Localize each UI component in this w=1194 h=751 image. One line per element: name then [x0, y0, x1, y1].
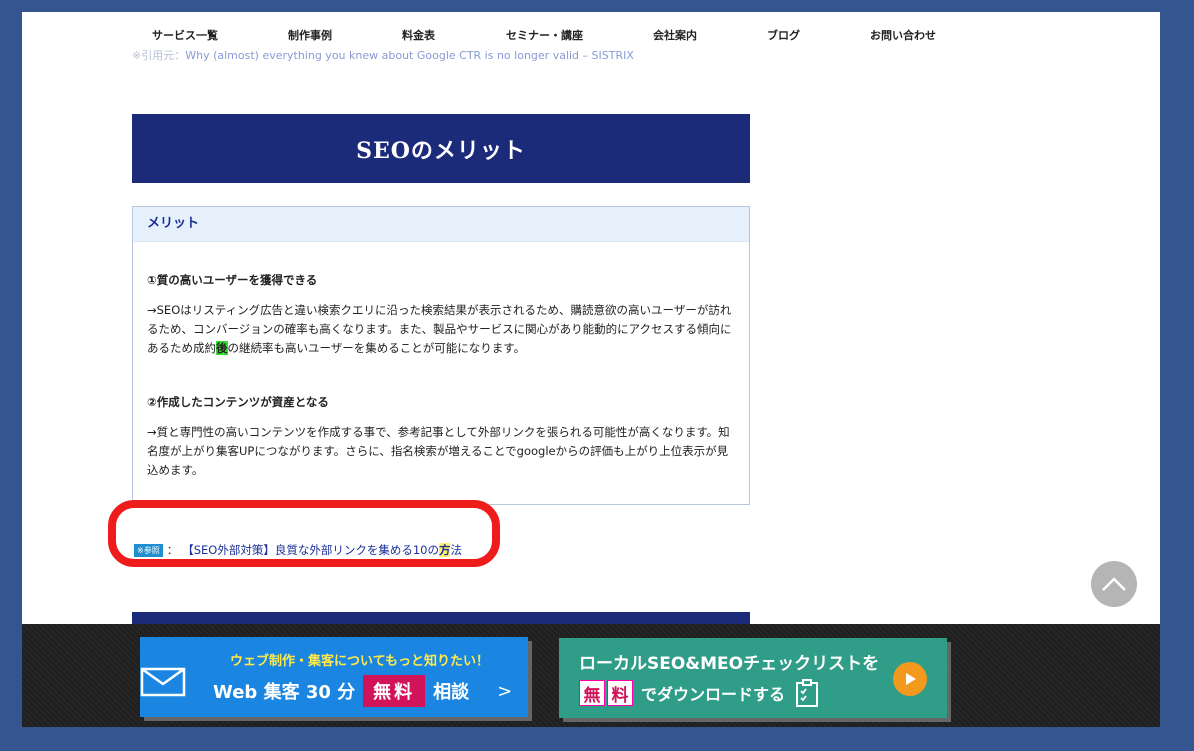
merit-point1-title: ①質の高いユーザーを獲得できる	[147, 273, 318, 287]
source-citation: ※引用元：Why (almost) everything you knew ab…	[132, 47, 634, 63]
merit-point1-text-b: の継続率も高いユーザーを集めることが可能になります。	[227, 341, 526, 355]
source-link[interactable]: Why (almost) everything you knew about G…	[185, 49, 634, 62]
mail-icon	[140, 667, 186, 697]
merit-point1-highlight: 後	[216, 341, 228, 355]
consult-label: 相談	[433, 682, 470, 703]
nav-item-blog[interactable]: ブログ	[767, 27, 800, 43]
reference-link-highlight: 方	[438, 543, 451, 557]
consult-cta-button[interactable]: ウェブ制作・集客についてもっと知りたい！ Web 集客 30 分 無料 相談 >	[140, 637, 528, 717]
play-icon	[893, 662, 927, 696]
consult-cta-top-text: ウェブ制作・集客についてもっと知りたい！	[230, 654, 489, 669]
consult-cta-main-text: Web 集客 30 分	[213, 682, 356, 703]
nav-item-services[interactable]: サービス一覧	[152, 27, 218, 43]
footer-cta-bar: ウェブ制作・集客についてもっと知りたい！ Web 集客 30 分 無料 相談 >…	[22, 624, 1160, 727]
scroll-to-top-button[interactable]	[1091, 561, 1137, 607]
reference-link-text-b: 法	[450, 543, 462, 557]
chevron-up-icon	[1102, 577, 1126, 591]
merit-heading: メリット	[133, 207, 749, 242]
section-title: SEOのメリット	[356, 137, 526, 164]
merit-point2-title: ②作成したコンテンツが資産となる	[147, 395, 329, 409]
nav-item-company[interactable]: 会社案内	[653, 27, 697, 43]
merit-box: メリット ①質の高いユーザーを獲得できる →SEOはリスティング広告と違い検索ク…	[132, 206, 750, 505]
page-content: サービス一覧 制作事例 料金表 セミナー・講座 会社案内 ブログ お問い合わせ …	[22, 12, 1160, 624]
reference-link[interactable]: 【SEO外部対策】良質な外部リンクを集める10の方法	[182, 542, 462, 558]
reference-line: ※参照 ： 【SEO外部対策】良質な外部リンクを集める10の方法	[134, 542, 462, 558]
top-nav: サービス一覧 制作事例 料金表 セミナー・講座 会社案内 ブログ お問い合わせ	[22, 12, 1160, 48]
source-prefix: ※引用元：	[132, 49, 186, 62]
merit-body: ①質の高いユーザーを獲得できる →SEOはリスティング広告と違い検索クエリに沿っ…	[133, 271, 749, 480]
merit-point2-text: →質と専門性の高いコンテンツを作成する事で、参考記事として外部リンクを張られる可…	[147, 425, 730, 477]
clipboard-check-icon	[796, 679, 819, 707]
download-cta-title: ローカルSEO&MEOチェックリストを	[579, 654, 880, 674]
download-cta-button[interactable]: ローカルSEO&MEOチェックリストを 無 料 でダウンロードする	[559, 638, 947, 718]
reference-badge: ※参照	[134, 543, 163, 557]
nav-item-contact[interactable]: お問い合わせ	[870, 27, 936, 43]
free-badge: 無料	[363, 675, 426, 707]
nav-item-works[interactable]: 制作事例	[288, 27, 332, 43]
reference-link-text-a: 【SEO外部対策】良質な外部リンクを集める10の	[182, 543, 439, 557]
chevron-right-icon: >	[497, 680, 513, 702]
download-cta-subline: 無 料 でダウンロードする	[579, 678, 819, 708]
nav-item-seminar[interactable]: セミナー・講座	[506, 27, 583, 43]
consult-cta-main: Web 集客 30 分 無料 相談 >	[213, 675, 512, 707]
free-char-1: 無	[579, 680, 605, 706]
merit-point1-text: →SEOはリスティング広告と違い検索クエリに沿った検索結果が表示されるため、購読…	[147, 301, 735, 358]
free-char-2: 料	[607, 680, 633, 706]
download-cta-text: でダウンロードする	[641, 685, 786, 704]
nav-item-pricing[interactable]: 料金表	[402, 27, 435, 43]
section-title-banner: SEOのメリット	[132, 114, 750, 183]
next-section-banner	[132, 612, 750, 624]
reference-colon: ：	[166, 543, 179, 557]
